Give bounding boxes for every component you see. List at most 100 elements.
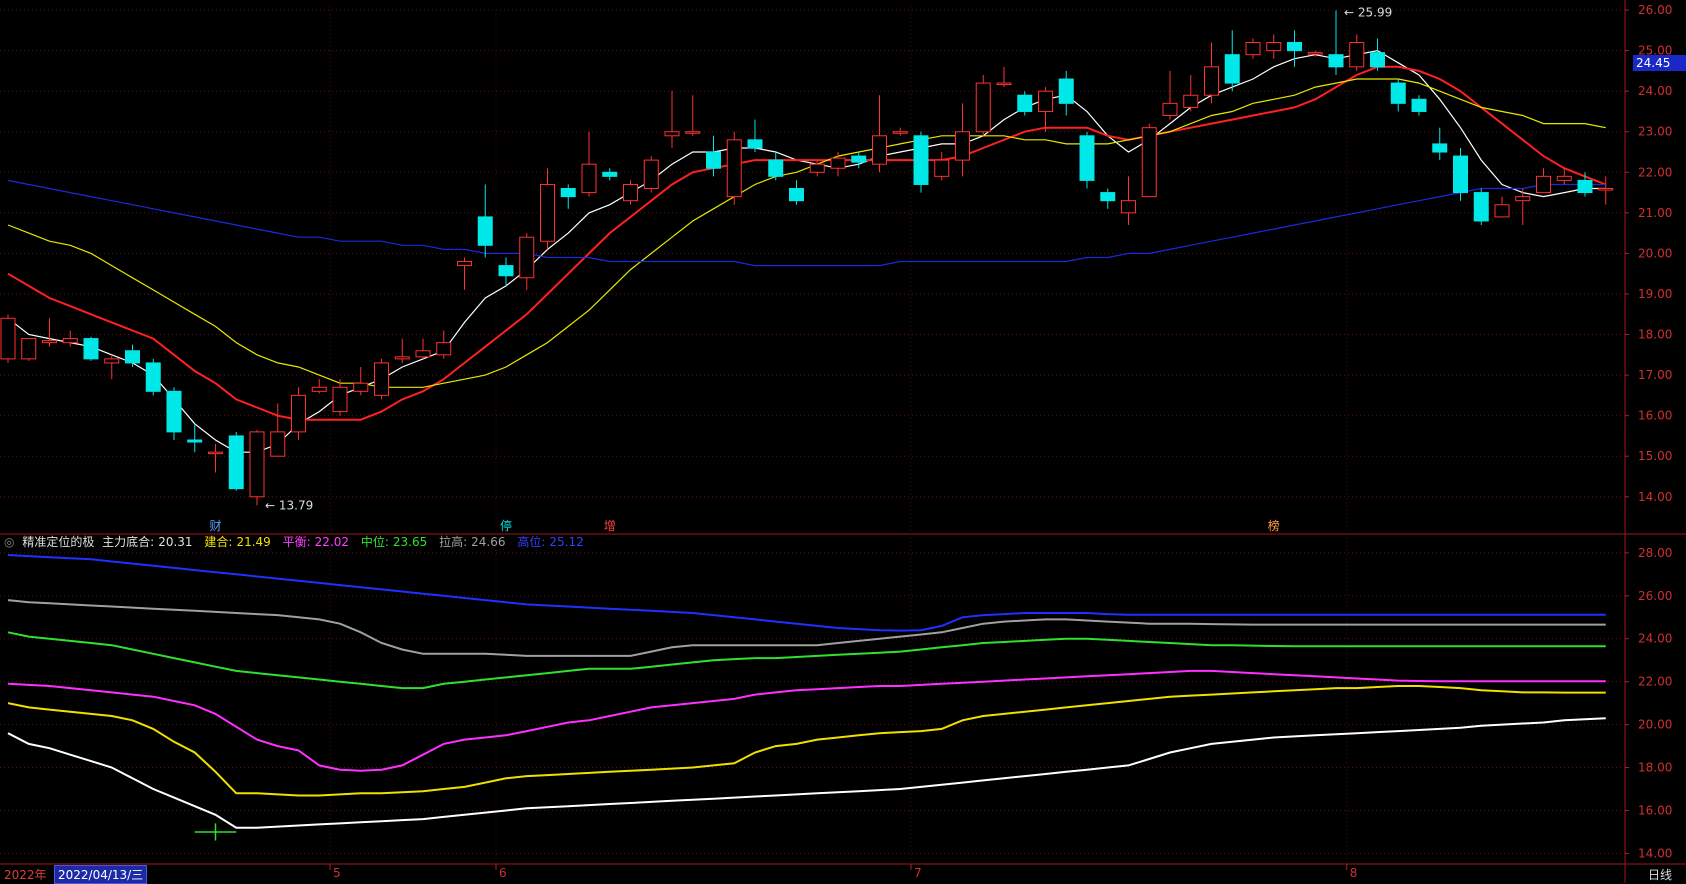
- candle: [560, 184, 576, 209]
- candle-body: [457, 261, 472, 267]
- event-label: 停: [500, 518, 512, 533]
- candle-body: [1598, 188, 1614, 191]
- price-tick-label: 23.00: [1638, 125, 1672, 139]
- candle-body: [706, 151, 721, 169]
- candle-body: [374, 362, 389, 396]
- candle: [913, 131, 929, 193]
- candle: [1328, 10, 1344, 75]
- candle: [1266, 34, 1282, 59]
- candle-body: [1017, 94, 1033, 112]
- candle: [1038, 87, 1053, 132]
- candle: [83, 336, 99, 361]
- candle: [249, 429, 265, 506]
- indicator-tick-label: 22.00: [1638, 675, 1672, 689]
- candle: [166, 387, 182, 440]
- candle: [1349, 34, 1365, 71]
- candle: [664, 91, 680, 148]
- candle: [1058, 70, 1074, 116]
- candle-body: [955, 131, 970, 161]
- candle: [581, 131, 597, 197]
- candle-body: [685, 131, 701, 134]
- candle: [872, 95, 887, 173]
- candle-body: [187, 439, 203, 443]
- price-tick-label: 15.00: [1638, 449, 1672, 463]
- candle: [519, 233, 535, 290]
- candle-body: [768, 159, 784, 177]
- indicator-label-build: 建合: 21.49: [204, 535, 271, 549]
- candle: [1473, 188, 1489, 226]
- candle-body: [809, 163, 825, 173]
- indicator-tick-label: 16.00: [1638, 803, 1672, 817]
- indicator-settings-icon[interactable]: ◎: [4, 535, 14, 549]
- candle-body: [789, 188, 804, 202]
- indicator-tick-label: 20.00: [1638, 718, 1672, 732]
- candle-body: [1307, 52, 1323, 55]
- candle: [1017, 91, 1033, 116]
- candle-body: [498, 265, 514, 277]
- indicator-name[interactable]: 精准定位的极: [22, 535, 94, 549]
- candle: [1598, 176, 1614, 205]
- candle: [955, 103, 970, 177]
- candle-body: [1349, 42, 1365, 68]
- low-price-label: ← 13.79: [265, 498, 313, 512]
- candle: [208, 444, 223, 473]
- candle: [42, 318, 57, 347]
- candle: [311, 379, 327, 394]
- candle-body: [664, 131, 680, 137]
- candle-body: [1515, 196, 1531, 202]
- indicator-label-bottom: 主力底合: 20.31: [102, 535, 193, 549]
- candle-body: [1204, 66, 1219, 96]
- ma-line: [7, 179, 1606, 267]
- candle-body: [311, 386, 327, 392]
- candle: [934, 152, 950, 181]
- candle: [1577, 172, 1593, 197]
- candle-body: [560, 188, 576, 198]
- indicator-label-high: 高位: 25.12: [517, 535, 584, 549]
- candle-body: [332, 386, 348, 413]
- candle-body: [1266, 42, 1282, 52]
- candle-body: [42, 340, 57, 344]
- indicator-tick-label: 18.00: [1638, 761, 1672, 775]
- indicator-label-balance: 平衡: 22.02: [282, 535, 350, 549]
- price-tick-label: 19.00: [1638, 287, 1672, 301]
- candle-body: [1328, 54, 1344, 68]
- candle-body: [415, 350, 431, 358]
- candle-body: [519, 236, 535, 279]
- candle-body: [1432, 143, 1448, 153]
- candle: [0, 314, 16, 363]
- candle-body: [353, 382, 369, 392]
- indicator-tick-label: 26.00: [1638, 589, 1672, 603]
- candle-body: [913, 135, 929, 185]
- stock-chart[interactable]: 26.0025.0024.0023.0022.0021.0020.0019.00…: [0, 0, 1686, 883]
- price-tick-label: 14.00: [1638, 490, 1672, 504]
- candle-body: [872, 135, 887, 165]
- indicator-label-lift: 拉高: 24.66: [439, 535, 506, 549]
- cursor-date[interactable]: 2022/04/13/三: [54, 865, 148, 884]
- year-label: 2022年: [4, 868, 47, 882]
- candle: [125, 344, 140, 367]
- candle: [291, 387, 306, 440]
- candle-body: [0, 317, 16, 360]
- price-tick-label: 17.00: [1638, 368, 1672, 382]
- indicator-line: [7, 599, 1606, 657]
- candle-body: [249, 431, 265, 498]
- candle: [1183, 74, 1199, 112]
- candle: [415, 338, 431, 359]
- candle: [1079, 131, 1095, 189]
- candle: [602, 168, 618, 181]
- candle: [332, 379, 348, 416]
- candle-body: [477, 216, 493, 246]
- candle-body: [166, 390, 182, 433]
- price-tick-label: 20.00: [1638, 246, 1672, 260]
- candle-body: [270, 431, 286, 457]
- indicator-line: [7, 554, 1606, 632]
- period-label[interactable]: 日线: [1648, 866, 1672, 883]
- candle: [643, 156, 659, 193]
- candle-body: [1390, 82, 1406, 104]
- indicator-tick-label: 14.00: [1638, 846, 1672, 860]
- candle-body: [1141, 127, 1157, 198]
- candle: [996, 66, 1012, 88]
- candle: [1141, 123, 1157, 198]
- candle-body: [747, 139, 763, 149]
- candle: [1432, 127, 1448, 161]
